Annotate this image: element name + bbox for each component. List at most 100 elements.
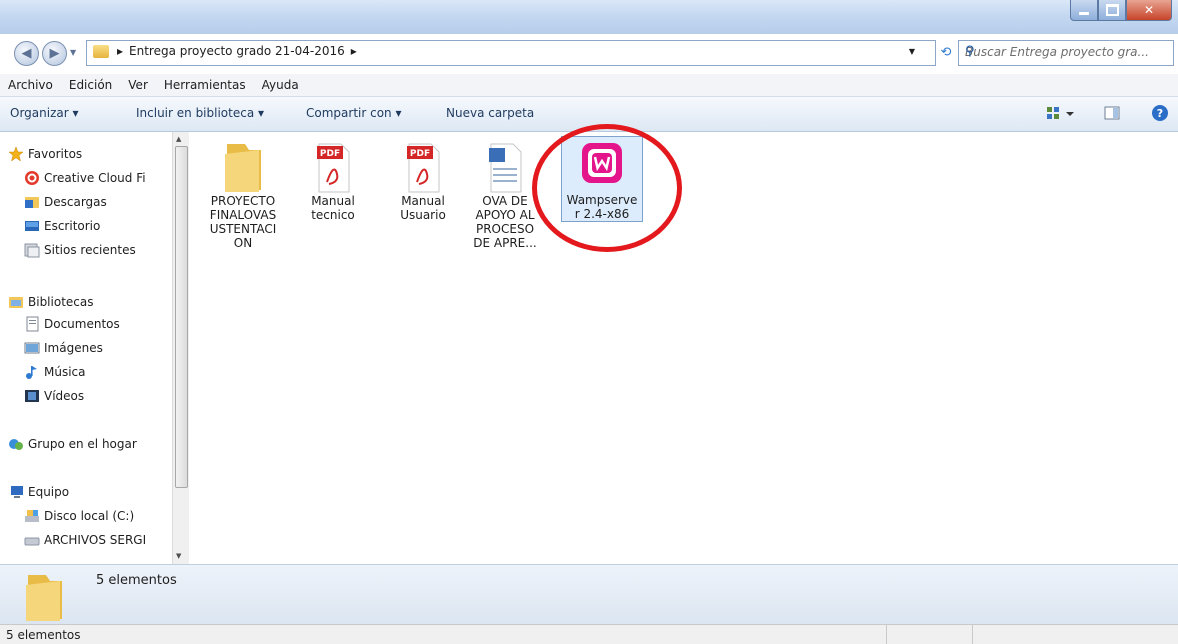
network-drive-icon: [24, 532, 40, 548]
minimize-button[interactable]: [1070, 0, 1098, 21]
nav-favorites[interactable]: Favoritos: [8, 146, 174, 162]
close-icon: ✕: [1143, 3, 1155, 17]
libraries-icon: [8, 294, 24, 310]
file-item-proyecto[interactable]: PROYECTO FINALOVAS USTENTACI ON: [203, 138, 283, 250]
file-list: PROYECTO FINALOVAS USTENTACI ON PDF Manual t…: [189, 132, 1178, 564]
file-label: OVA DE APOYO AL PROCESO DE APRE...: [473, 194, 537, 250]
pdf-icon: PDF: [309, 138, 357, 194]
pdf-icon: PDF: [399, 138, 447, 194]
nav-scrollbar[interactable]: ▲ ▼: [172, 132, 189, 564]
recent-places-icon: [24, 242, 40, 258]
nav-label: Sitios recientes: [44, 243, 136, 257]
documents-icon: [24, 316, 40, 332]
menu-ver[interactable]: Ver: [120, 78, 156, 92]
videos-icon: [24, 388, 40, 404]
computer-icon: [8, 484, 24, 500]
scroll-thumb[interactable]: [175, 146, 188, 488]
preview-pane-button[interactable]: [1104, 105, 1120, 124]
desktop-icon: [24, 218, 40, 234]
scroll-up-icon[interactable]: ▲: [176, 135, 181, 143]
search-icon[interactable]: ⚲: [965, 44, 1169, 59]
file-label: Wampserve r 2.4-x86: [566, 193, 638, 221]
nav-item-videos[interactable]: Vídeos: [24, 388, 190, 404]
nav-label: Documentos: [44, 317, 120, 331]
nav-item-creative-cloud[interactable]: Creative Cloud Fi: [24, 170, 190, 186]
svg-text:PDF: PDF: [410, 149, 430, 159]
nav-computer[interactable]: Equipo: [8, 484, 174, 500]
nav-label: Imágenes: [44, 341, 103, 355]
nav-label: Equipo: [28, 485, 70, 499]
nav-label: Escritorio: [44, 219, 101, 233]
creative-cloud-icon: [24, 170, 40, 186]
file-item-ova-apoyo[interactable]: OVA DE APOYO AL PROCESO DE APRE...: [465, 138, 545, 250]
file-label: Manual tecnico: [311, 194, 355, 222]
nav-item-musica[interactable]: Música: [24, 364, 190, 380]
details-count: 5 elementos: [96, 573, 177, 588]
nav-homegroup[interactable]: Grupo en el hogar: [8, 436, 174, 452]
nav-label: Creative Cloud Fi: [44, 171, 146, 185]
recent-pages-dropdown-icon[interactable]: ▼: [70, 48, 76, 57]
title-bar: ✕: [0, 0, 1178, 34]
breadcrumb-separator-icon: ▸: [117, 44, 124, 58]
window-controls: ✕: [1070, 0, 1172, 21]
nav-label: ARCHIVOS SERGI: [44, 533, 147, 547]
preview-pane-icon: [1104, 106, 1120, 120]
nav-item-sitios-recientes[interactable]: Sitios recientes: [24, 242, 190, 258]
change-view-button[interactable]: [1046, 105, 1076, 124]
file-item-manual-usuario[interactable]: PDF Manual Usuario: [383, 138, 463, 222]
nav-label: Favoritos: [28, 147, 83, 161]
organize-button[interactable]: Organizar ▾: [10, 106, 79, 120]
homegroup-icon: [8, 436, 24, 452]
maximize-icon: [1105, 4, 1119, 16]
close-button[interactable]: ✕: [1126, 0, 1172, 21]
forward-button[interactable]: ▶: [42, 41, 67, 66]
folder-icon: [219, 138, 267, 194]
details-pane: 5 elementos: [0, 564, 1178, 625]
nav-label: Disco local (C:): [44, 509, 135, 523]
minimize-icon: [1079, 11, 1089, 15]
refresh-button[interactable]: ⟲: [936, 40, 956, 64]
nav-label: Vídeos: [44, 389, 85, 403]
svg-text:PDF: PDF: [320, 149, 340, 159]
refresh-icon: ⟲: [940, 44, 952, 60]
scroll-down-icon[interactable]: ▼: [176, 552, 181, 560]
include-in-library-button[interactable]: Incluir en biblioteca ▾: [136, 106, 264, 120]
menu-herramientas[interactable]: Herramientas: [156, 78, 254, 92]
address-dropdown-icon[interactable]: ▼: [909, 47, 915, 56]
forward-arrow-icon: ▶: [49, 46, 60, 61]
back-button[interactable]: ◀: [14, 41, 39, 66]
file-item-wampserver[interactable]: Wampserve r 2.4-x86: [561, 136, 643, 222]
breadcrumb[interactable]: Entrega proyecto grado 21-04-2016: [129, 44, 345, 58]
file-item-manual-tecnico[interactable]: PDF Manual tecnico: [293, 138, 373, 222]
nav-label: Grupo en el hogar: [28, 437, 137, 451]
folder-icon: [20, 569, 68, 626]
menu-edicion[interactable]: Edición: [61, 78, 120, 92]
wampserver-icon: [578, 137, 626, 193]
search-input[interactable]: Buscar Entrega proyecto gra... ⚲: [958, 40, 1174, 66]
maximize-button[interactable]: [1098, 0, 1126, 21]
nav-libraries[interactable]: Bibliotecas: [8, 294, 174, 310]
status-count: 5 elementos: [6, 628, 81, 642]
help-icon: ?: [1152, 105, 1168, 121]
new-folder-button[interactable]: Nueva carpeta: [446, 106, 534, 120]
nav-item-documentos[interactable]: Documentos: [24, 316, 190, 332]
breadcrumb-separator-icon: ▸: [350, 44, 357, 58]
nav-item-archivos-sergi[interactable]: ARCHIVOS SERGI: [24, 532, 190, 548]
nav-item-descargas[interactable]: Descargas: [24, 194, 190, 210]
menu-ayuda[interactable]: Ayuda: [254, 78, 307, 92]
address-bar[interactable]: ▸ Entrega proyecto grado 21-04-2016 ▸ ▼: [86, 40, 936, 66]
status-separator: [972, 625, 973, 644]
menu-archivo[interactable]: Archivo: [0, 78, 61, 92]
nav-item-escritorio[interactable]: Escritorio: [24, 218, 190, 234]
status-separator: [886, 625, 887, 644]
pictures-icon: [24, 340, 40, 356]
help-button[interactable]: ?: [1152, 105, 1168, 121]
drive-icon: [24, 508, 40, 524]
command-bar: Organizar ▾ Incluir en biblioteca ▾ Comp…: [0, 97, 1178, 132]
file-label: Manual Usuario: [400, 194, 446, 222]
nav-item-imagenes[interactable]: Imágenes: [24, 340, 190, 356]
nav-label: Bibliotecas: [28, 295, 94, 309]
nav-item-disco-local[interactable]: Disco local (C:): [24, 508, 190, 524]
view-options-icon: [1047, 107, 1074, 119]
share-with-button[interactable]: Compartir con ▾: [306, 106, 401, 120]
